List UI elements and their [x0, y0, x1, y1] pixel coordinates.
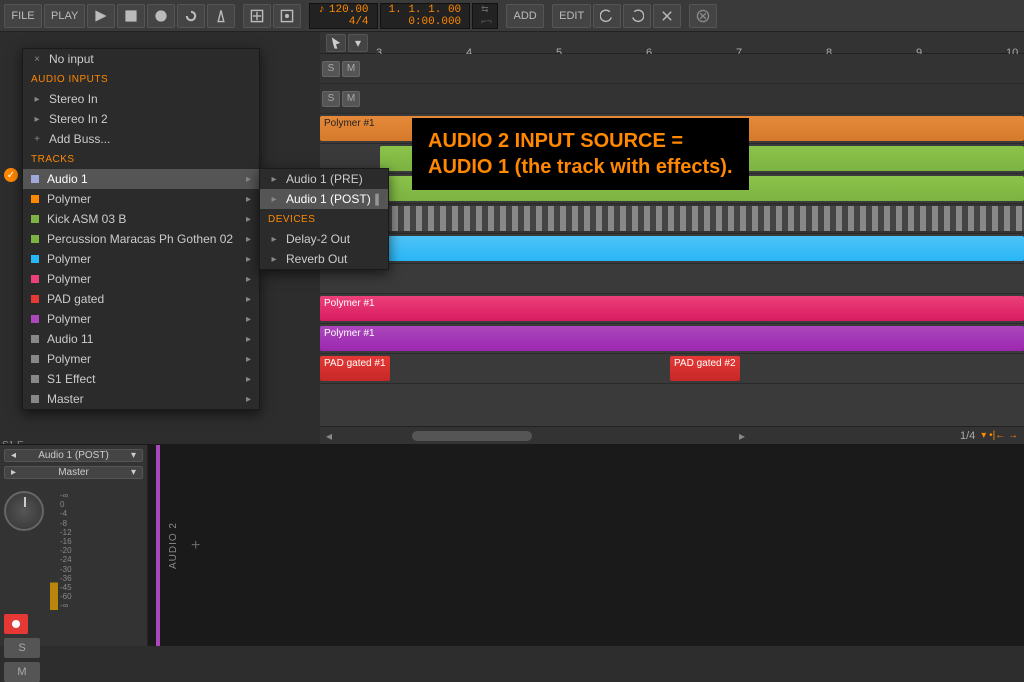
redo-icon[interactable] [623, 4, 651, 28]
menu-stereo-in[interactable]: ▸Stereo In [23, 89, 259, 109]
menu-master[interactable]: Master▸ [23, 389, 259, 409]
play-label-button[interactable]: PLAY [44, 4, 85, 28]
submenu-audio1-pre[interactable]: ▸Audio 1 (PRE) [260, 169, 388, 189]
submenu-delay2[interactable]: ▸Delay-2 Out [260, 229, 388, 249]
submenu-section-devices: Devices [260, 209, 388, 229]
menu-section-audio-inputs: Audio Inputs [23, 69, 259, 89]
menu-polymer-3[interactable]: Polymer▸ [23, 269, 259, 289]
tracks-area[interactable]: S M S M Polymer #1 [320, 54, 1024, 426]
audio1-submenu: ▸Audio 1 (PRE) ▸Audio 1 (POST)∥ Devices … [259, 168, 389, 270]
menu-section-tracks: Tracks [23, 149, 259, 169]
close-icon[interactable] [689, 4, 717, 28]
solo-button-large[interactable]: S [4, 638, 40, 658]
clip-waveform[interactable] [320, 206, 1024, 231]
output-dropdown[interactable]: ▸Master▾ [4, 466, 143, 479]
mute-button[interactable]: M [342, 91, 360, 107]
menu-polymer-1[interactable]: Polymer▸ [23, 189, 259, 209]
menu-polymer-5[interactable]: Polymer▸ [23, 349, 259, 369]
annotation-overlay: AUDIO 2 INPUT SOURCE = AUDIO 1 (the trac… [412, 118, 749, 190]
selected-track-checkmark-icon: ✓ [4, 168, 18, 182]
metronome-icon[interactable] [207, 4, 235, 28]
menu-polymer-2[interactable]: Polymer▸ [23, 249, 259, 269]
overdub-icon[interactable] [243, 4, 271, 28]
menu-audio-11[interactable]: Audio 11▸ [23, 329, 259, 349]
tempo-value: 120.00 [329, 4, 369, 16]
play-icon[interactable] [87, 4, 115, 28]
menu-stereo-in-2[interactable]: ▸Stereo In 2 [23, 109, 259, 129]
menu-no-input[interactable]: ×No input [23, 49, 259, 69]
level-meter [50, 500, 58, 610]
scroll-right-icon[interactable]: ▸ [739, 429, 745, 443]
submenu-reverb[interactable]: ▸Reverb Out [260, 249, 388, 269]
inspector-left: ◂Audio 1 (POST)▾ ▸Master▾ -∞ 0 -4 -8 -12… [0, 445, 148, 646]
menu-add-buss[interactable]: +Add Buss... [23, 129, 259, 149]
clip-pink[interactable]: Polymer #1 [320, 296, 1024, 321]
mute-button-large[interactable]: M [4, 662, 40, 682]
input-source-menu: ×No input Audio Inputs ▸Stereo In ▸Stere… [22, 48, 260, 410]
menu-percussion[interactable]: Percussion Maracas Ph Gothen 02▸ [23, 229, 259, 249]
position-time: 0:00.000 [389, 16, 462, 28]
bottom-panel: ◂Audio 1 (POST)▾ ▸Master▾ -∞ 0 -4 -8 -12… [0, 444, 1024, 646]
mute-button[interactable]: M [342, 61, 360, 77]
tool-dropdown-icon[interactable]: ▾ [348, 34, 368, 52]
add-button[interactable]: ADD [506, 4, 544, 28]
record-arm-button[interactable] [4, 614, 28, 634]
input-dropdown[interactable]: ◂Audio 1 (POST)▾ [4, 449, 143, 462]
menu-polymer-4[interactable]: Polymer▸ [23, 309, 259, 329]
position-display[interactable]: 1. 1. 1. 00 0:00.000 [380, 3, 471, 29]
file-button[interactable]: FILE [4, 4, 42, 28]
punch-display[interactable]: ⇆ ⌐¬ [472, 3, 498, 29]
menu-audio-1[interactable]: Audio 1▸ [23, 169, 259, 189]
device-chain-area[interactable]: AUDIO 2 + [148, 445, 1024, 646]
loop-icon[interactable] [177, 4, 205, 28]
stop-icon[interactable] [117, 4, 145, 28]
solo-button[interactable]: S [322, 91, 340, 107]
arrangement-area: ▾ 3 4 5 6 7 8 9 10 S M S M [320, 32, 1024, 444]
cut-icon[interactable] [653, 4, 681, 28]
clip-purple[interactable]: Polymer #1 [320, 326, 1024, 351]
submenu-audio1-post[interactable]: ▸Audio 1 (POST)∥ [260, 189, 388, 209]
meter-value: 4/4 [349, 16, 369, 28]
clip-pad-gated-1[interactable]: PAD gated #1 [320, 356, 390, 381]
menu-pad-gated[interactable]: PAD gated▸ [23, 289, 259, 309]
position-bars: 1. 1. 1. 00 [389, 4, 462, 16]
scroll-left-icon[interactable]: ◂ [326, 429, 332, 443]
track-color-stripe [156, 445, 160, 646]
solo-button[interactable]: S [322, 61, 340, 77]
pointer-tool-icon[interactable] [326, 34, 346, 52]
track-vertical-label: AUDIO 2 [168, 522, 179, 569]
zoom-info[interactable]: 1/4 [960, 430, 975, 442]
top-toolbar: FILE PLAY ♪120.00 4/4 1. 1. 1. 00 0:00.0… [0, 0, 1024, 32]
scroll-thumb[interactable] [412, 431, 532, 441]
zoom-controls-icon[interactable]: ▾ •|← → [981, 430, 1018, 441]
tempo-display[interactable]: ♪120.00 4/4 [309, 3, 377, 29]
add-device-icon[interactable]: + [191, 537, 200, 555]
clip-pad-gated-2[interactable]: PAD gated #2 [670, 356, 740, 381]
clip-blue[interactable]: Polymer #1 [320, 236, 1024, 261]
horizontal-scrollbar[interactable]: ◂ ▸ 1/4 ▾ •|← → [320, 426, 1024, 444]
record-icon[interactable] [147, 4, 175, 28]
timeline-ruler[interactable]: ▾ 3 4 5 6 7 8 9 10 [320, 32, 1024, 54]
pan-knob[interactable] [4, 491, 44, 531]
edit-button[interactable]: EDIT [552, 4, 591, 28]
menu-s1-effect[interactable]: S1 Effect▸ [23, 369, 259, 389]
menu-kick[interactable]: Kick ASM 03 B▸ [23, 209, 259, 229]
automation-write-icon[interactable] [273, 4, 301, 28]
undo-icon[interactable] [593, 4, 621, 28]
meter-scale: -∞ 0 -4 -8 -12 -16 -20 -24 -30 -36 -45 -… [60, 491, 72, 610]
